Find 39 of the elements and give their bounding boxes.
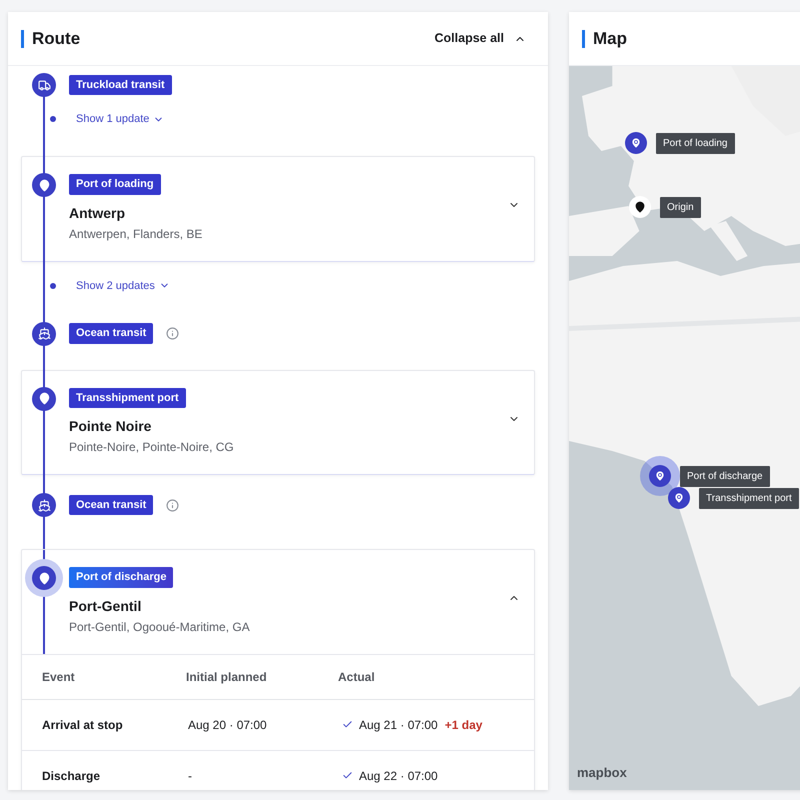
stop-type-tag: Transshipment port xyxy=(69,388,186,408)
accent-bar xyxy=(21,30,24,48)
map-attribution-logo: mapbox xyxy=(577,764,627,782)
map-marker-label: Port of discharge xyxy=(680,466,770,486)
stop-name: Port-Gentil xyxy=(69,596,142,616)
actual-cell-text: Aug 22 · 07:00 xyxy=(359,768,438,784)
map-marker-label: Origin xyxy=(660,196,701,218)
stop-header[interactable]: Port of discharge Port-Gentil Port-Gentil, Ogooué-Maritime, GA xyxy=(22,550,534,654)
stop-header[interactable]: Port of loading Antwerp Antwerpen, Flanders, BE xyxy=(22,157,534,260)
planned-cell-text: Aug 20 · 07:00 xyxy=(187,716,268,734)
accent-bar xyxy=(582,30,585,48)
map-marker-label: Port of loading xyxy=(656,132,734,154)
info-icon[interactable] xyxy=(166,327,180,340)
map-marker-label: Transshipment port xyxy=(699,488,799,508)
delay-label: +1 day xyxy=(444,716,482,734)
stop-location: Pointe-Noire, Pointe-Noire, CG xyxy=(69,439,235,456)
actual-cell-text: Aug 21 · 07:00 xyxy=(359,716,438,734)
stop-name: Antwerp xyxy=(69,204,126,223)
stop-location: Port-Gentil, Ogooué-Maritime, GA xyxy=(69,618,251,636)
show-updates-link[interactable]: Show 1 update xyxy=(76,111,164,128)
stop-type-tag: Ocean transit xyxy=(69,323,154,344)
info-icon[interactable] xyxy=(166,498,180,512)
panel-title: Map xyxy=(593,28,627,50)
column-header: Actual xyxy=(338,668,376,686)
column-header: Event xyxy=(41,668,76,686)
stop-type-tag: Port of discharge xyxy=(69,567,174,588)
event-cell-text: Discharge xyxy=(41,768,102,784)
stop-type-tag: Ocean transit xyxy=(69,494,154,516)
stop-name: Pointe Noire xyxy=(69,417,152,436)
column-header: Initial planned xyxy=(186,668,268,686)
stop-type-tag: Port of loading xyxy=(69,174,161,194)
stop-location: Antwerpen, Flanders, BE xyxy=(69,226,204,242)
planned-cell-text: - xyxy=(187,768,193,784)
panel-title: Route xyxy=(32,28,80,50)
event-cell-text: Arrival at stop xyxy=(41,716,124,734)
stop-header[interactable]: Transshipment port Pointe Noire Pointe-Noire, Pointe-Noire, CG xyxy=(22,370,534,474)
stop-type-tag: Truckload transit xyxy=(69,74,172,96)
show-updates-link[interactable]: Show 2 updates xyxy=(76,278,170,294)
collapse-all-button[interactable]: Collapse all xyxy=(434,29,526,48)
